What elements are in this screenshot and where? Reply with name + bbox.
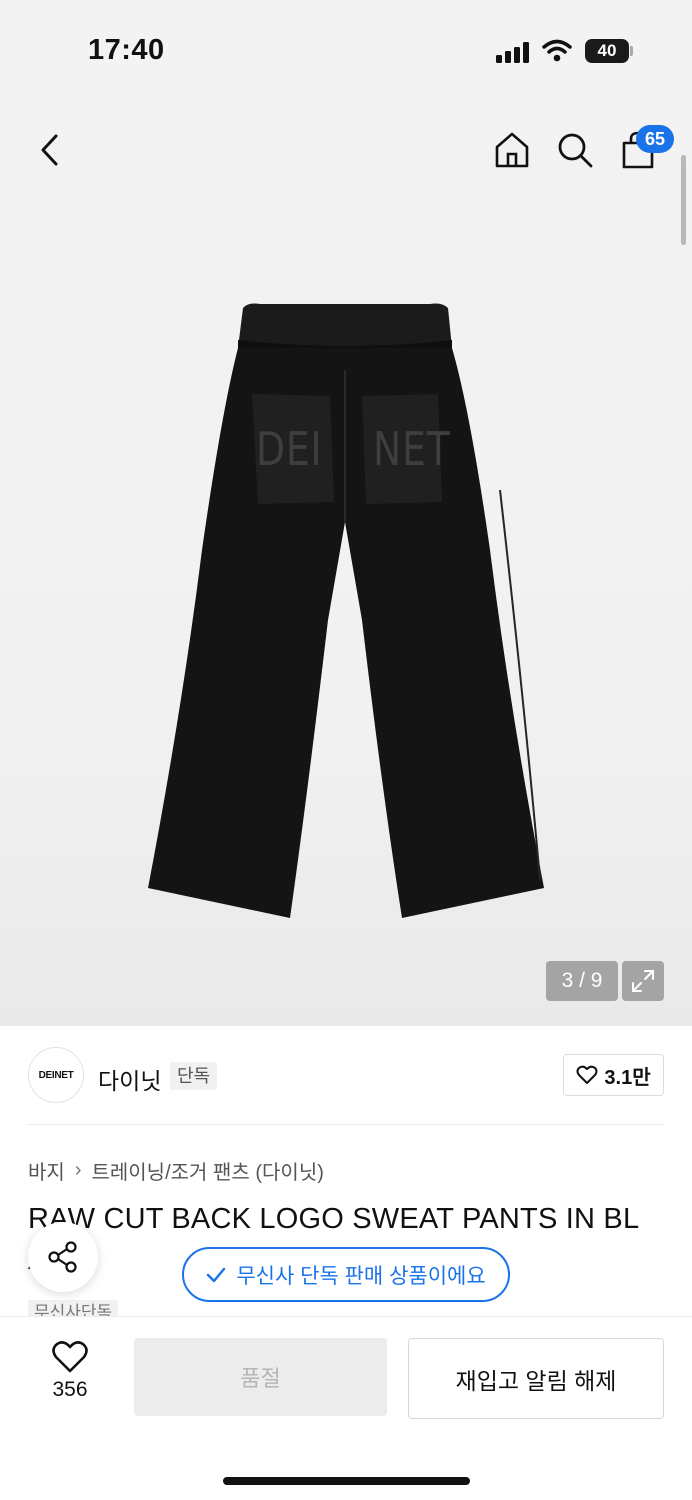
product-image	[148, 303, 544, 918]
status-time: 17:40	[88, 34, 165, 66]
cellular-signal-icon	[496, 41, 530, 63]
cart-count-badge: 65	[636, 125, 674, 153]
home-indicator[interactable]	[223, 1477, 470, 1485]
home-icon	[495, 132, 529, 168]
chevron-left-icon	[41, 134, 58, 166]
brand-logo[interactable]: DEINET	[28, 1047, 84, 1103]
exclusive-toast: 무신사 단독 판매 상품이에요	[182, 1247, 510, 1302]
expand-image-button[interactable]	[622, 961, 664, 1001]
wifi-icon	[542, 39, 572, 62]
product-title: RAW CUT BACK LOGO SWEAT PANTS IN BL	[28, 1203, 640, 1235]
expand-icon	[632, 970, 654, 992]
print-left: DEI	[256, 422, 323, 476]
brand-logo-text: DEINET	[38, 1069, 74, 1081]
image-counter: 3 / 9	[546, 961, 618, 1001]
back-button[interactable]	[30, 128, 70, 172]
scrollbar[interactable]	[681, 155, 686, 245]
product-image-gallery[interactable]: DEI NET 17:40 40 65 3 / 9	[0, 0, 692, 1026]
check-icon	[207, 1267, 226, 1282]
toast-text: 무신사 단독 판매 상품이에요	[236, 1264, 486, 1288]
brand-name[interactable]: 다이닛	[98, 1062, 161, 1096]
share-icon	[48, 1241, 77, 1273]
exclusive-badge: 단독	[170, 1062, 218, 1090]
search-icon	[558, 133, 593, 168]
breadcrumb-subcategory[interactable]: 트레이닝/조거 팬츠 (다이닛)	[91, 1156, 323, 1185]
breadcrumb: 바지 › 트레이닝/조거 팬츠 (다이닛)	[28, 1156, 324, 1185]
brand-like-button[interactable]: 3.1만	[563, 1054, 664, 1096]
brand-like-count: 3.1만	[604, 1066, 651, 1089]
breadcrumb-category[interactable]: 바지	[28, 1156, 65, 1185]
heart-icon	[576, 1065, 598, 1084]
soldout-button[interactable]: 품절	[134, 1338, 387, 1416]
home-button[interactable]	[490, 128, 534, 172]
print-right: NET	[373, 422, 451, 476]
share-button[interactable]	[28, 1222, 98, 1292]
search-button[interactable]	[553, 128, 597, 172]
battery-indicator: 40	[585, 39, 629, 63]
chevron-right-icon: ›	[74, 1159, 82, 1181]
wishlist-button[interactable]: 356	[30, 1340, 110, 1420]
battery-cap	[630, 46, 633, 56]
heart-icon	[52, 1341, 88, 1373]
wishlist-count: 356	[52, 1378, 88, 1401]
divider	[28, 1124, 664, 1125]
restock-alert-button[interactable]: 재입고 알림 해제	[408, 1338, 664, 1419]
